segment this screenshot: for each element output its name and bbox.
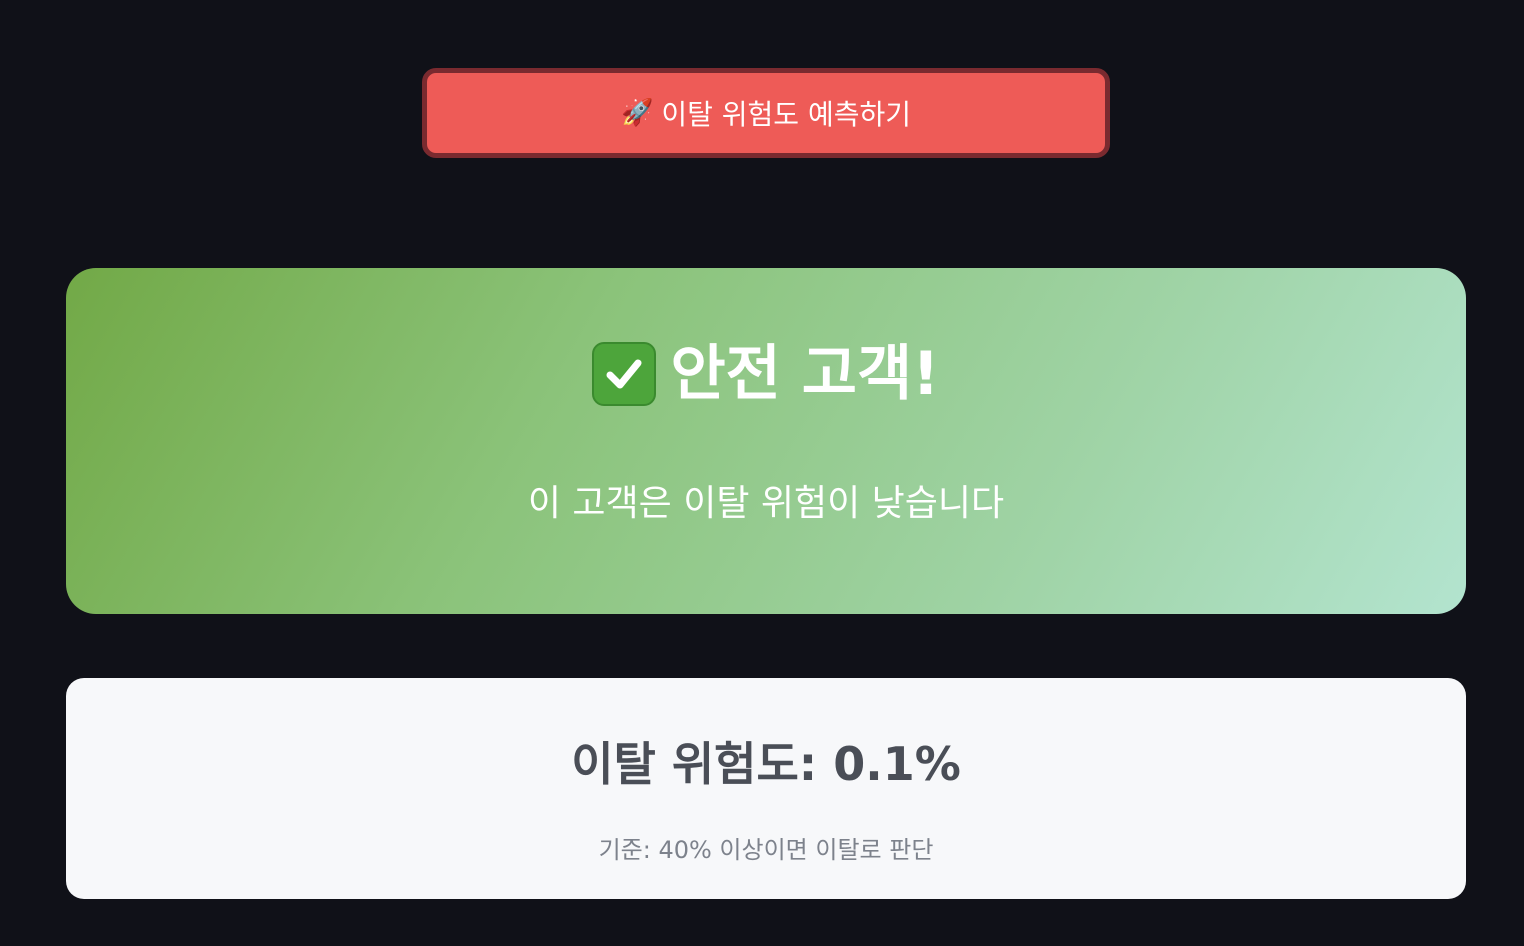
check-mark-icon xyxy=(592,342,657,406)
result-title-row: 안전 고객! xyxy=(592,339,940,409)
risk-card: 이탈 위험도: 0.1% 기준: 40% 이상이면 이탈로 판단 xyxy=(66,678,1466,899)
predict-churn-button[interactable]: 🚀 이탈 위험도 예측하기 xyxy=(422,68,1110,158)
result-card: 안전 고객! 이 고객은 이탈 위험이 낮습니다 xyxy=(66,268,1466,614)
rocket-icon: 🚀 xyxy=(620,98,654,128)
result-title: 안전 고객! xyxy=(670,339,940,409)
risk-criteria: 기준: 40% 이상이면 이탈로 판단 xyxy=(598,836,934,864)
result-subtitle: 이 고객은 이탈 위험이 낮습니다 xyxy=(527,483,1005,524)
risk-value: 이탈 위험도: 0.1% xyxy=(571,737,961,791)
predict-button-label: 이탈 위험도 예측하기 xyxy=(661,98,912,131)
app-page: 🚀 이탈 위험도 예측하기 안전 고객! 이 고객은 이탈 위험이 낮습니다 이… xyxy=(0,0,1524,946)
